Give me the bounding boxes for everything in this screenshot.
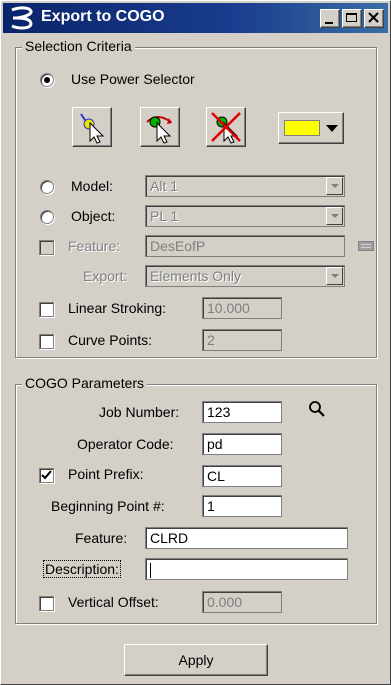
- use-power-selector-label: Use Power Selector: [71, 71, 195, 87]
- select-add-button[interactable]: [140, 107, 180, 147]
- curve-points-label: Curve Points:: [68, 332, 153, 348]
- export-label: Export:: [83, 268, 128, 284]
- select-add-tool-icon: [146, 116, 172, 144]
- maximize-icon: [346, 13, 357, 22]
- description-field[interactable]: [145, 558, 348, 580]
- description-label: Description:: [43, 560, 121, 578]
- select-element-tool-icon: [80, 113, 105, 144]
- feature-label: Feature:: [68, 238, 121, 254]
- job-number-field[interactable]: 123: [202, 401, 282, 423]
- job-number-label: Job Number:: [99, 404, 180, 420]
- object-select[interactable]: PL 1: [145, 205, 345, 227]
- feature-field[interactable]: DesEofP: [145, 235, 345, 257]
- title-bar[interactable]: Export to COGO: [3, 3, 388, 33]
- curve-points-checkbox[interactable]: [39, 334, 54, 349]
- model-radio[interactable]: [40, 180, 54, 194]
- beginning-point-field[interactable]: 1: [202, 495, 282, 517]
- feature-code-label: Feature:: [75, 530, 128, 546]
- minimize-icon: [325, 22, 333, 24]
- vertical-offset-label: Vertical Offset:: [68, 594, 159, 610]
- window-title: Export to COGO: [41, 8, 165, 25]
- object-label: Object:: [71, 208, 116, 224]
- use-power-selector-radio[interactable]: [40, 73, 54, 87]
- operator-code-field[interactable]: pd: [202, 433, 282, 455]
- cogo-parameters-title: COGO Parameters: [22, 375, 148, 391]
- search-icon[interactable]: [308, 400, 326, 418]
- chevron-down-icon: [326, 177, 343, 195]
- export-to-cogo-window: Export to COGO Selection Criteria Use Po…: [0, 0, 391, 685]
- maximize-button[interactable]: [342, 9, 362, 28]
- color-picker-button[interactable]: [278, 112, 344, 144]
- chevron-down-icon: [326, 125, 338, 132]
- object-value: PL 1: [150, 208, 179, 224]
- feature-checkbox[interactable]: [39, 240, 54, 255]
- export-value: Elements Only: [150, 268, 242, 284]
- selection-criteria-title: Selection Criteria: [22, 38, 135, 54]
- point-prefix-field[interactable]: CL: [202, 465, 282, 487]
- checkmark-icon: [41, 470, 52, 480]
- operator-code-label: Operator Code:: [77, 436, 174, 452]
- deselect-tool-icon: [211, 112, 241, 144]
- model-select[interactable]: Alt 1: [145, 175, 345, 197]
- model-label: Model:: [71, 178, 114, 194]
- linear-stroking-label: Linear Stroking:: [68, 300, 167, 316]
- feature-code-field[interactable]: CLRD: [145, 527, 348, 549]
- beginning-point-label: Beginning Point #:: [51, 498, 165, 514]
- vertical-offset-field[interactable]: 0.000: [202, 591, 282, 613]
- vertical-offset-checkbox[interactable]: [39, 596, 54, 611]
- deselect-button[interactable]: [206, 107, 246, 147]
- close-icon: [368, 12, 379, 23]
- text-cursor: [150, 562, 151, 578]
- apply-button[interactable]: Apply: [124, 644, 268, 676]
- model-value: Alt 1: [150, 178, 179, 194]
- point-prefix-checkbox[interactable]: [39, 468, 54, 483]
- keyboard-icon[interactable]: [358, 241, 374, 251]
- chevron-down-icon: [326, 267, 343, 285]
- select-element-button[interactable]: [72, 107, 112, 147]
- apply-label: Apply: [178, 652, 214, 668]
- curve-points-field[interactable]: 2: [202, 329, 282, 351]
- color-swatch: [284, 120, 320, 136]
- linear-stroking-field[interactable]: 10.000: [202, 297, 282, 319]
- chevron-down-icon: [326, 207, 343, 225]
- app-logo-icon: [11, 6, 33, 30]
- export-select[interactable]: Elements Only: [145, 265, 345, 287]
- minimize-button[interactable]: [320, 9, 340, 28]
- object-radio[interactable]: [40, 210, 54, 224]
- close-button[interactable]: [364, 9, 384, 28]
- linear-stroking-checkbox[interactable]: [39, 302, 54, 317]
- point-prefix-label: Point Prefix:: [68, 466, 144, 482]
